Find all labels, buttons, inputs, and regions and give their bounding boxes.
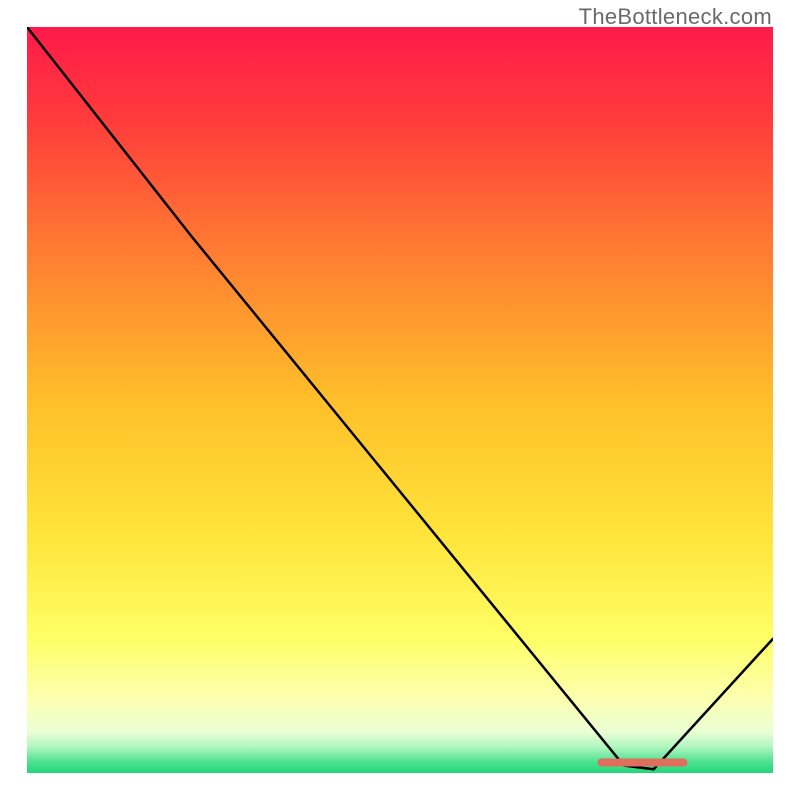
chart-plot-area [27, 27, 773, 773]
chart-svg [27, 27, 773, 773]
chart-background-gradient [27, 27, 773, 773]
chart-stage: TheBottleneck.com [0, 0, 800, 800]
